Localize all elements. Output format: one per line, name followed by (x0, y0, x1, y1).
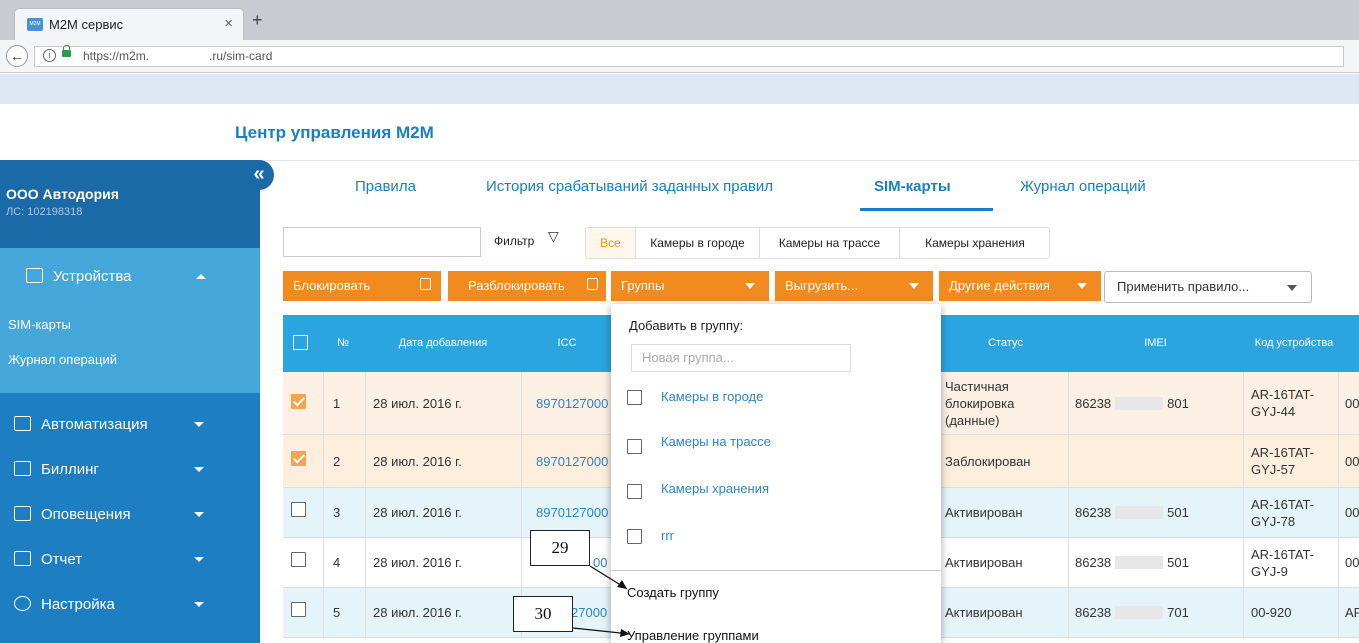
callout-arrows (572, 565, 631, 637)
callout-29: 29 (530, 530, 590, 566)
callout-30: 30 (513, 596, 573, 632)
